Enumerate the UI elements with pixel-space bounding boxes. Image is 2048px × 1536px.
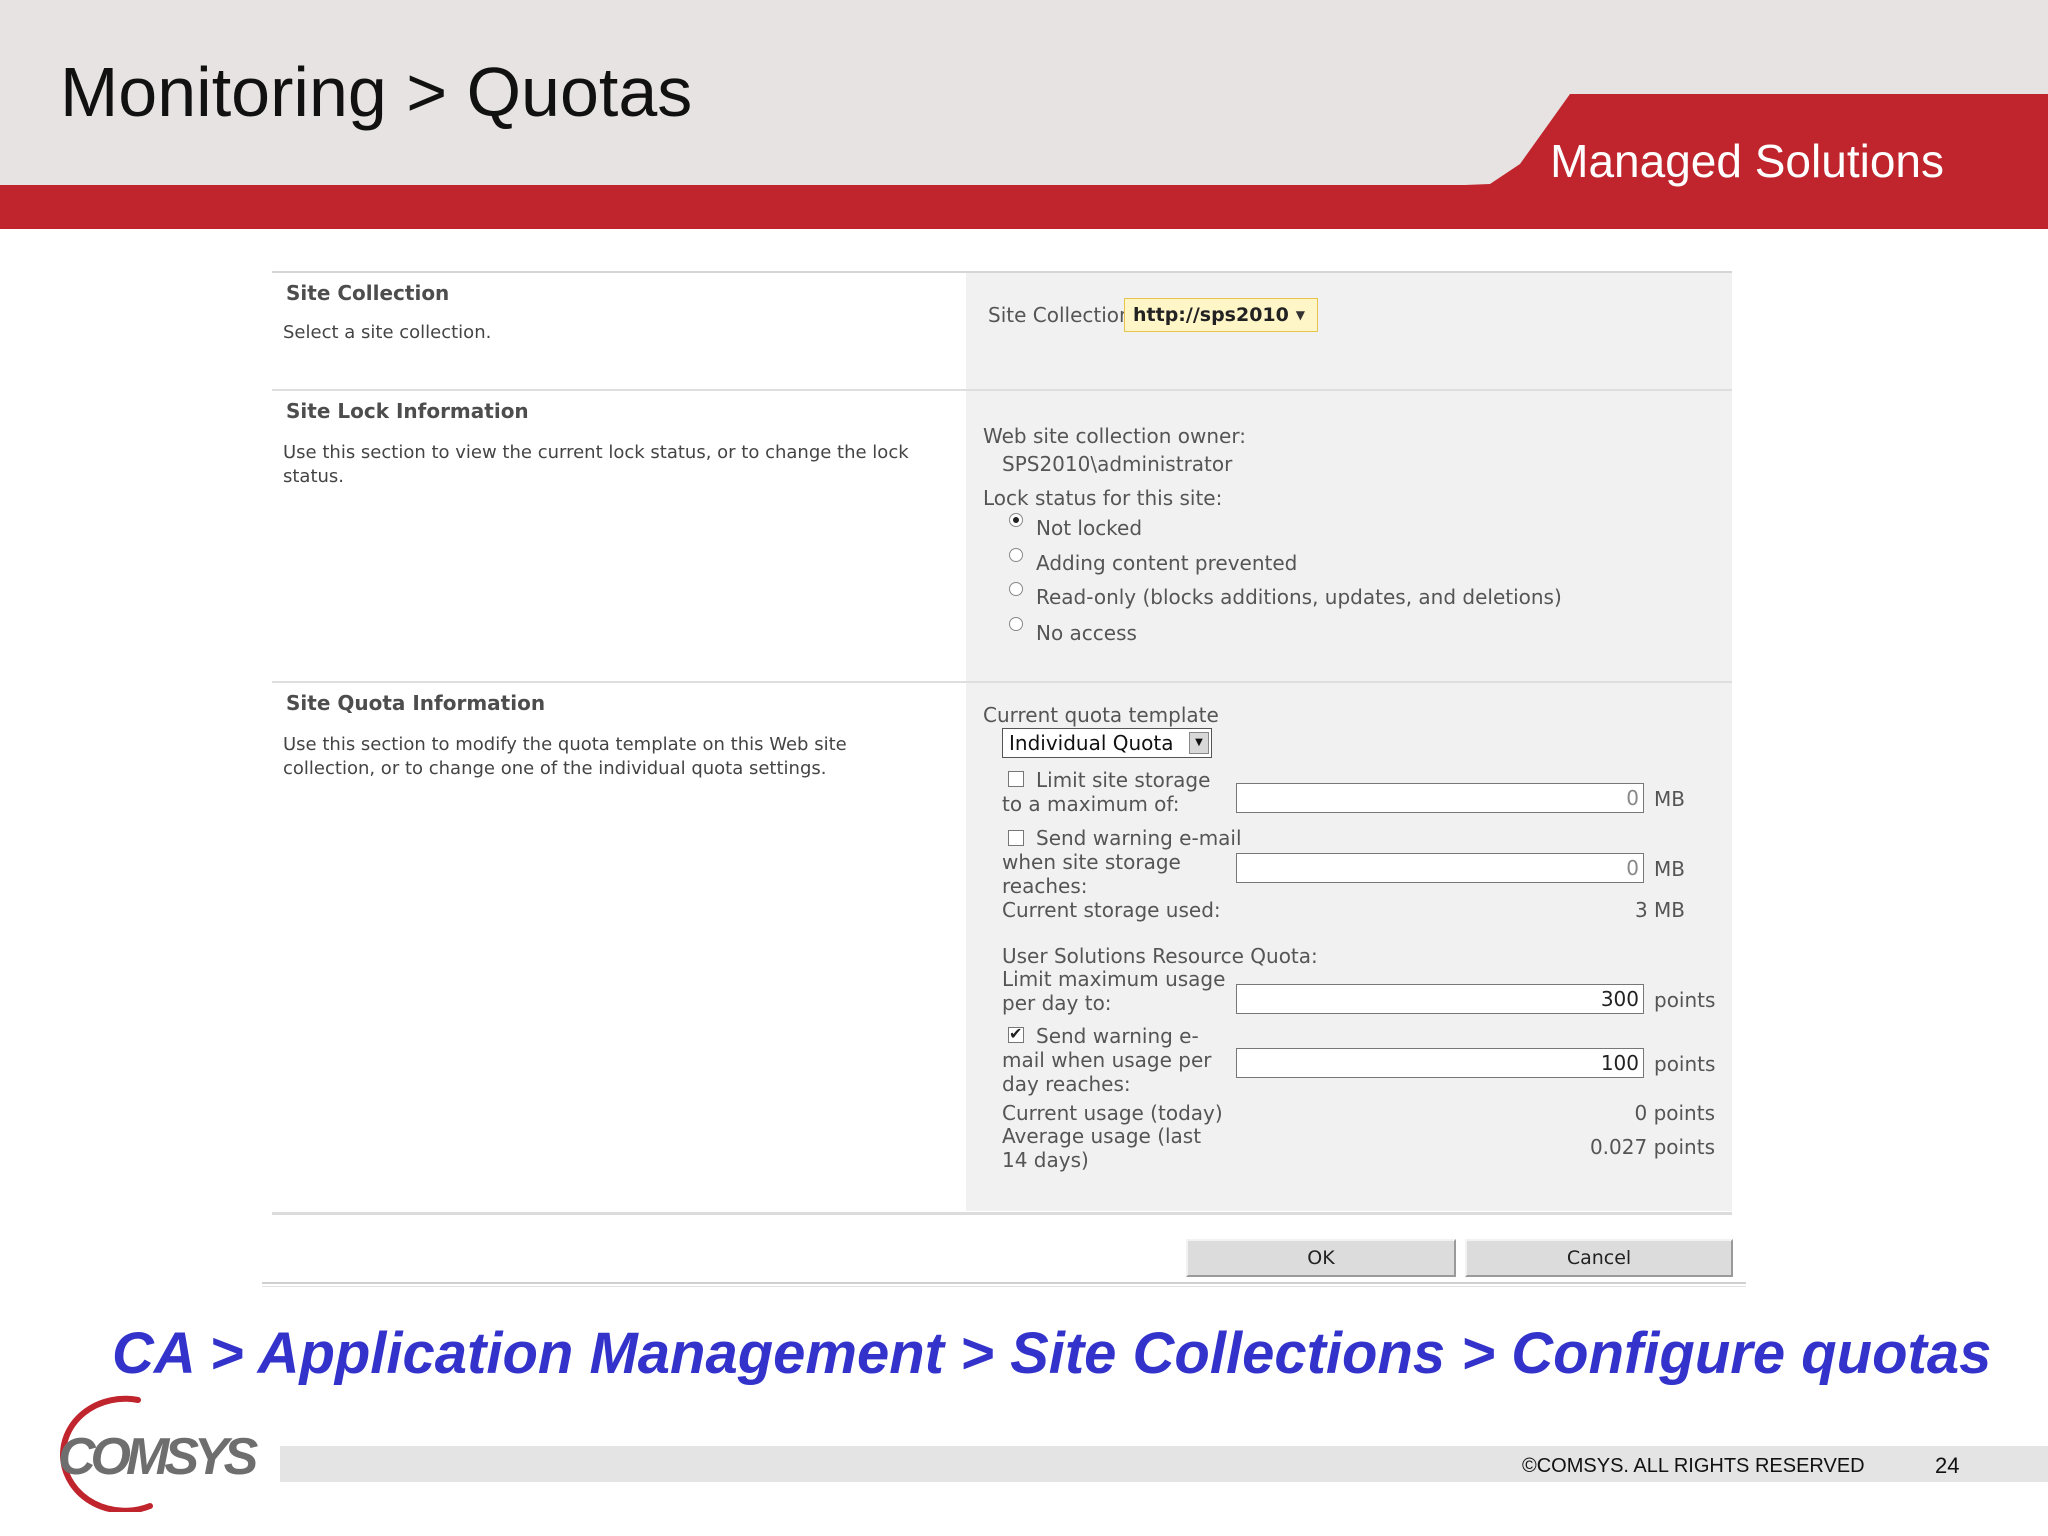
limit-usage-input[interactable]: 300 xyxy=(1236,984,1644,1014)
lock-option-label: Adding content prevented xyxy=(1036,551,1298,575)
site-collection-value: http://sps2010 xyxy=(1133,304,1289,326)
warn-usage-label: Send warning e-mail when usage per day r… xyxy=(1002,1024,1212,1096)
section-controls-panel: Site Collection: http://sps2010 ▼ xyxy=(966,273,1732,391)
comsys-logo: COMSYS xyxy=(58,1395,258,1512)
ok-button[interactable]: OK xyxy=(1186,1239,1456,1277)
section-description: Select a site collection. xyxy=(283,322,492,343)
site-collection-selector[interactable]: http://sps2010 ▼ xyxy=(1124,298,1318,332)
site-collection-label: Site Collection: xyxy=(988,303,1139,327)
logo-wordmark: COMSYS xyxy=(58,1428,258,1486)
limit-usage-unit: points xyxy=(1654,988,1716,1012)
warn-usage-input[interactable]: 100 xyxy=(1236,1048,1644,1078)
average-usage-value: 0.027 points xyxy=(1589,1135,1715,1159)
lock-option-label: Not locked xyxy=(1036,516,1143,540)
limit-storage-unit: MB xyxy=(1654,787,1685,811)
navigation-path-caption: CA > Application Management > Site Colle… xyxy=(112,1321,1992,1386)
user-solutions-label: User Solutions Resource Quota: xyxy=(1002,944,1318,968)
lock-status-label: Lock status for this site: xyxy=(983,486,1223,510)
section-description: Use this section to modify the quota tem… xyxy=(283,734,847,779)
site-lock-section: Site Lock Information Use this section t… xyxy=(272,391,1732,683)
current-usage-label: Current usage (today) xyxy=(1002,1101,1223,1125)
current-storage-value: 3 MB xyxy=(1634,898,1685,922)
cancel-button[interactable]: Cancel xyxy=(1465,1239,1733,1277)
lock-option-adding-prevented-radio[interactable] xyxy=(1009,548,1023,562)
page-number: 24 xyxy=(1935,1453,1960,1478)
limit-storage-label: Limit site storage to a maximum of: xyxy=(1002,768,1211,816)
section-description: Use this section to view the current loc… xyxy=(283,442,909,487)
section-info-panel: Site Quota Information Use this section … xyxy=(272,683,964,1211)
section-info-panel: Site Collection Select a site collection… xyxy=(272,273,964,391)
quota-template-select[interactable]: Individual Quota ▼ xyxy=(1002,728,1212,758)
buttons-divider xyxy=(262,1282,1746,1287)
quota-template-label: Current quota template xyxy=(983,703,1219,727)
limit-usage-label: Limit maximum usage per day to: xyxy=(1002,967,1226,1015)
current-usage-value: 0 points xyxy=(1634,1101,1715,1125)
site-collection-section: Site Collection Select a site collection… xyxy=(272,273,1732,391)
limit-storage-input[interactable]: 0 xyxy=(1236,783,1644,813)
slide-title: Monitoring > Quotas xyxy=(60,53,693,131)
form-bottom-divider xyxy=(272,1212,1732,1215)
section-info-panel: Site Lock Information Use this section t… xyxy=(272,391,964,683)
lock-option-not-locked-radio[interactable] xyxy=(1009,513,1023,527)
lock-option-label: Read-only (blocks additions, updates, an… xyxy=(1036,585,1562,609)
section-title: Site Collection xyxy=(286,281,450,305)
section-controls-panel: Current quota template Individual Quota … xyxy=(966,683,1732,1211)
lock-option-read-only-radio[interactable] xyxy=(1009,582,1023,596)
brand-label: Managed Solutions xyxy=(1550,135,1944,187)
quota-template-value: Individual Quota xyxy=(1009,731,1174,755)
section-controls-panel: Web site collection owner: SPS2010\admin… xyxy=(966,391,1732,683)
owner-label: Web site collection owner: xyxy=(983,424,1246,448)
configure-quotas-form: Site Collection Select a site collection… xyxy=(272,271,1732,1216)
average-usage-label: Average usage (last 14 days) xyxy=(1002,1124,1202,1172)
chevron-down-icon: ▼ xyxy=(1189,732,1209,754)
owner-value: SPS2010\administrator xyxy=(1002,452,1233,476)
site-quota-section: Site Quota Information Use this section … xyxy=(272,683,1732,1211)
warn-storage-label: Send warning e-mail when site storage re… xyxy=(1002,826,1242,898)
chevron-down-icon: ▼ xyxy=(1295,308,1305,322)
warn-usage-unit: points xyxy=(1654,1052,1716,1076)
warn-storage-input[interactable]: 0 xyxy=(1236,853,1644,883)
copyright-text: ©COMSYS. ALL RIGHTS RESERVED xyxy=(1522,1455,1865,1477)
current-storage-label: Current storage used: xyxy=(1002,898,1221,922)
lock-option-no-access-radio[interactable] xyxy=(1009,617,1023,631)
lock-option-label: No access xyxy=(1036,621,1137,645)
warn-storage-unit: MB xyxy=(1654,857,1685,881)
section-title: Site Quota Information xyxy=(286,691,546,715)
section-title: Site Lock Information xyxy=(286,399,529,423)
